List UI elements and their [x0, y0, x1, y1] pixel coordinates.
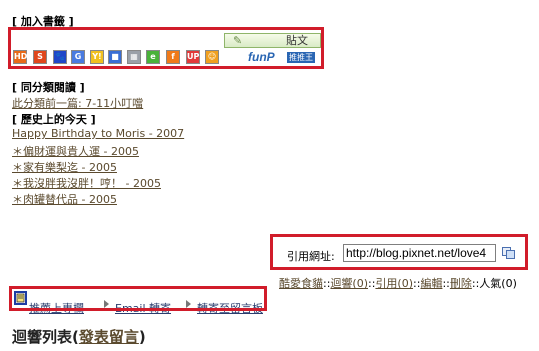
- popularity-count: 人氣(0): [479, 277, 517, 290]
- history-item[interactable]: ＊偏財運與貴人運 - 2005: [12, 143, 139, 159]
- funp-tag: 推推王: [287, 52, 315, 63]
- share-box-border: [9, 308, 267, 311]
- delicious-icon[interactable]: ■: [108, 50, 122, 64]
- smile-icon[interactable]: ☺: [205, 50, 219, 64]
- trackback-link[interactable]: 引用(0): [375, 277, 413, 290]
- trackback-label: 引用網址:: [287, 250, 335, 263]
- pencil-icon: ✎: [233, 34, 243, 47]
- prev-post-link[interactable]: 此分類前一篇: 7-11小叮噹: [12, 95, 143, 111]
- google-icon[interactable]: G: [71, 50, 85, 64]
- post-meta-line: 酷愛食貓::迴響(0)::引用(0)::編輯::刪除::人氣(0): [279, 275, 517, 291]
- history-heading: [ 歷史上的今天 ]: [12, 113, 96, 126]
- facebook-icon[interactable]: f: [166, 50, 180, 64]
- up-icon[interactable]: UP: [186, 50, 200, 64]
- paw-icon[interactable]: 🐾: [53, 50, 67, 64]
- funp-logo[interactable]: funP: [248, 50, 275, 64]
- trackback-box: 引用網址: http://blog.pixnet.net/love4: [270, 234, 528, 270]
- recommend-icon[interactable]: [14, 291, 27, 305]
- history-item[interactable]: ＊我沒胖我沒胖！哼！ - 2005: [12, 175, 161, 191]
- post-button-label: 貼文: [286, 34, 308, 47]
- delete-link[interactable]: 刪除: [450, 277, 472, 290]
- same-category-heading: [ 同分類閱讀 ]: [12, 81, 85, 94]
- arrow-icon: [104, 300, 109, 308]
- post-button[interactable]: ✎ 貼文: [224, 33, 321, 48]
- post-comment-link[interactable]: 發表留言: [79, 328, 139, 346]
- history-item[interactable]: ＊家有樂梨迄 - 2005: [12, 159, 117, 175]
- bookmark-s-icon[interactable]: S: [33, 50, 47, 64]
- copy-icon[interactable]: [502, 247, 515, 259]
- history-item[interactable]: ＊肉罐替代品 - 2005: [12, 191, 117, 207]
- separator: ::: [442, 277, 450, 290]
- trackback-url-field[interactable]: http://blog.pixnet.net/love4: [343, 244, 496, 262]
- author-link[interactable]: 酷愛食貓: [279, 277, 323, 290]
- edit-link[interactable]: 編輯: [420, 277, 442, 290]
- yahoo-icon[interactable]: Y!: [90, 50, 104, 64]
- grid-icon[interactable]: ▦: [127, 50, 141, 64]
- history-item[interactable]: Happy Birthday to Moris - 2007: [12, 127, 184, 140]
- comments-title: 迴響列表: [12, 328, 73, 346]
- reply-link[interactable]: 迴響(0): [330, 277, 368, 290]
- hd-icon[interactable]: HD: [13, 50, 27, 64]
- arrow-icon: [186, 300, 191, 308]
- hemi-icon[interactable]: e: [146, 50, 160, 64]
- bookmark-services-box: ✎ 貼文 HD S 🐾 G Y! ■ ▦ e f UP ☺ funP 推推王: [8, 27, 324, 69]
- comments-heading: 迴響列表(發表留言): [12, 328, 146, 346]
